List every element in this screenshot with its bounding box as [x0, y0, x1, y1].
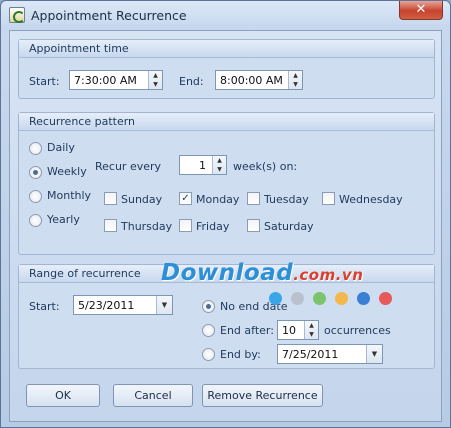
- range-start-date-picker[interactable]: 5/23/2011 ▼: [73, 295, 173, 315]
- end-by-radio[interactable]: [202, 348, 215, 361]
- end-after-value: 10: [282, 324, 296, 337]
- recur-every-label: Recur every: [95, 160, 162, 173]
- chevron-up-icon[interactable]: ▲: [149, 71, 162, 80]
- friday-label[interactable]: Friday: [196, 220, 229, 233]
- end-by-date-picker[interactable]: 7/25/2011 ▼: [277, 344, 383, 364]
- end-time-spin-buttons[interactable]: ▲ ▼: [288, 71, 302, 89]
- saturday-checkbox[interactable]: [247, 219, 260, 232]
- start-time-spinner[interactable]: 7:30:00 AM ▲ ▼: [69, 70, 163, 90]
- sunday-checkbox[interactable]: [104, 192, 117, 205]
- dialog-body: Appointment time Start: 7:30:00 AM ▲ ▼ E…: [9, 30, 442, 422]
- wednesday-label[interactable]: Wednesday: [339, 193, 403, 206]
- download-watermark: Download.com.vn: [161, 260, 363, 286]
- friday-checkbox[interactable]: [179, 219, 192, 232]
- monthly-label[interactable]: Monthly: [47, 189, 91, 202]
- no-end-date-radio[interactable]: [202, 300, 215, 313]
- end-time-label: End:: [179, 75, 204, 88]
- end-after-label[interactable]: End after:: [220, 324, 274, 337]
- chevron-down-icon[interactable]: ▼: [289, 80, 302, 89]
- tuesday-label[interactable]: Tuesday: [264, 193, 309, 206]
- chevron-down-icon[interactable]: ▼: [156, 296, 172, 314]
- recur-every-value: 1: [199, 159, 206, 172]
- appointment-time-group: Appointment time Start: 7:30:00 AM ▲ ▼ E…: [18, 39, 435, 99]
- end-by-label[interactable]: End by:: [220, 348, 261, 361]
- watermark-suffix: .com.vn: [293, 266, 364, 284]
- chevron-up-icon[interactable]: ▲: [305, 321, 318, 330]
- monday-checkbox[interactable]: ✓: [179, 192, 192, 205]
- watermark-dot-2: [291, 292, 304, 305]
- chevron-down-icon[interactable]: ▼: [213, 165, 226, 174]
- watermark-text: Download: [161, 260, 294, 286]
- ok-button[interactable]: OK: [26, 384, 100, 407]
- window-title: Appointment Recurrence: [31, 8, 187, 23]
- daily-radio[interactable]: [29, 142, 42, 155]
- watermark-dot-6: [379, 292, 392, 305]
- end-time-spinner[interactable]: 8:00:00 AM ▲ ▼: [215, 70, 303, 90]
- cancel-button[interactable]: Cancel: [113, 384, 193, 407]
- recurrence-pattern-title: Recurrence pattern: [19, 113, 434, 131]
- recurrence-app-icon: [9, 7, 25, 23]
- start-time-value: 7:30:00 AM: [74, 74, 137, 87]
- watermark-dot-3: [313, 292, 326, 305]
- yearly-label[interactable]: Yearly: [47, 213, 80, 226]
- monthly-radio[interactable]: [29, 190, 42, 203]
- start-time-label: Start:: [29, 75, 60, 88]
- monday-label[interactable]: Monday: [196, 193, 239, 206]
- tuesday-checkbox[interactable]: [247, 192, 260, 205]
- title-bar[interactable]: Appointment Recurrence ✕: [1, 1, 450, 30]
- recur-every-spinner[interactable]: 1 ▲ ▼: [179, 155, 227, 175]
- thursday-label[interactable]: Thursday: [121, 220, 172, 233]
- occurrences-label: occurrences: [324, 324, 391, 337]
- saturday-label[interactable]: Saturday: [264, 220, 314, 233]
- weekly-label[interactable]: Weekly: [47, 165, 87, 178]
- end-by-value: 7/25/2011: [282, 348, 339, 361]
- appointment-recurrence-window: Appointment Recurrence ✕ Appointment tim…: [0, 0, 451, 428]
- range-start-label: Start:: [29, 300, 60, 313]
- end-after-spinner[interactable]: 10 ▲ ▼: [277, 320, 319, 340]
- weekly-radio[interactable]: [29, 166, 42, 179]
- watermark-dot-1: [269, 292, 282, 305]
- daily-label[interactable]: Daily: [47, 141, 75, 154]
- end-after-radio[interactable]: [202, 324, 215, 337]
- chevron-down-icon[interactable]: ▼: [149, 80, 162, 89]
- chevron-down-icon[interactable]: ▼: [305, 330, 318, 339]
- recurrence-pattern-group: Recurrence pattern Daily Weekly Monthly …: [18, 112, 435, 255]
- yearly-radio[interactable]: [29, 214, 42, 227]
- end-after-spin-buttons[interactable]: ▲ ▼: [304, 321, 318, 339]
- watermark-dot-4: [335, 292, 348, 305]
- chevron-up-icon[interactable]: ▲: [289, 71, 302, 80]
- start-time-spin-buttons[interactable]: ▲ ▼: [148, 71, 162, 89]
- appointment-time-title: Appointment time: [19, 40, 434, 58]
- sunday-label[interactable]: Sunday: [121, 193, 162, 206]
- close-button[interactable]: ✕: [399, 1, 443, 20]
- end-time-value: 8:00:00 AM: [220, 74, 283, 87]
- remove-recurrence-button[interactable]: Remove Recurrence: [202, 384, 323, 407]
- chevron-up-icon[interactable]: ▲: [213, 156, 226, 165]
- watermark-dot-5: [357, 292, 370, 305]
- recur-every-spin-buttons[interactable]: ▲ ▼: [212, 156, 226, 174]
- chevron-down-icon[interactable]: ▼: [366, 345, 382, 363]
- range-start-value: 5/23/2011: [78, 299, 135, 312]
- thursday-checkbox[interactable]: [104, 219, 117, 232]
- weeks-on-label: week(s) on:: [233, 160, 298, 173]
- wednesday-checkbox[interactable]: [322, 192, 335, 205]
